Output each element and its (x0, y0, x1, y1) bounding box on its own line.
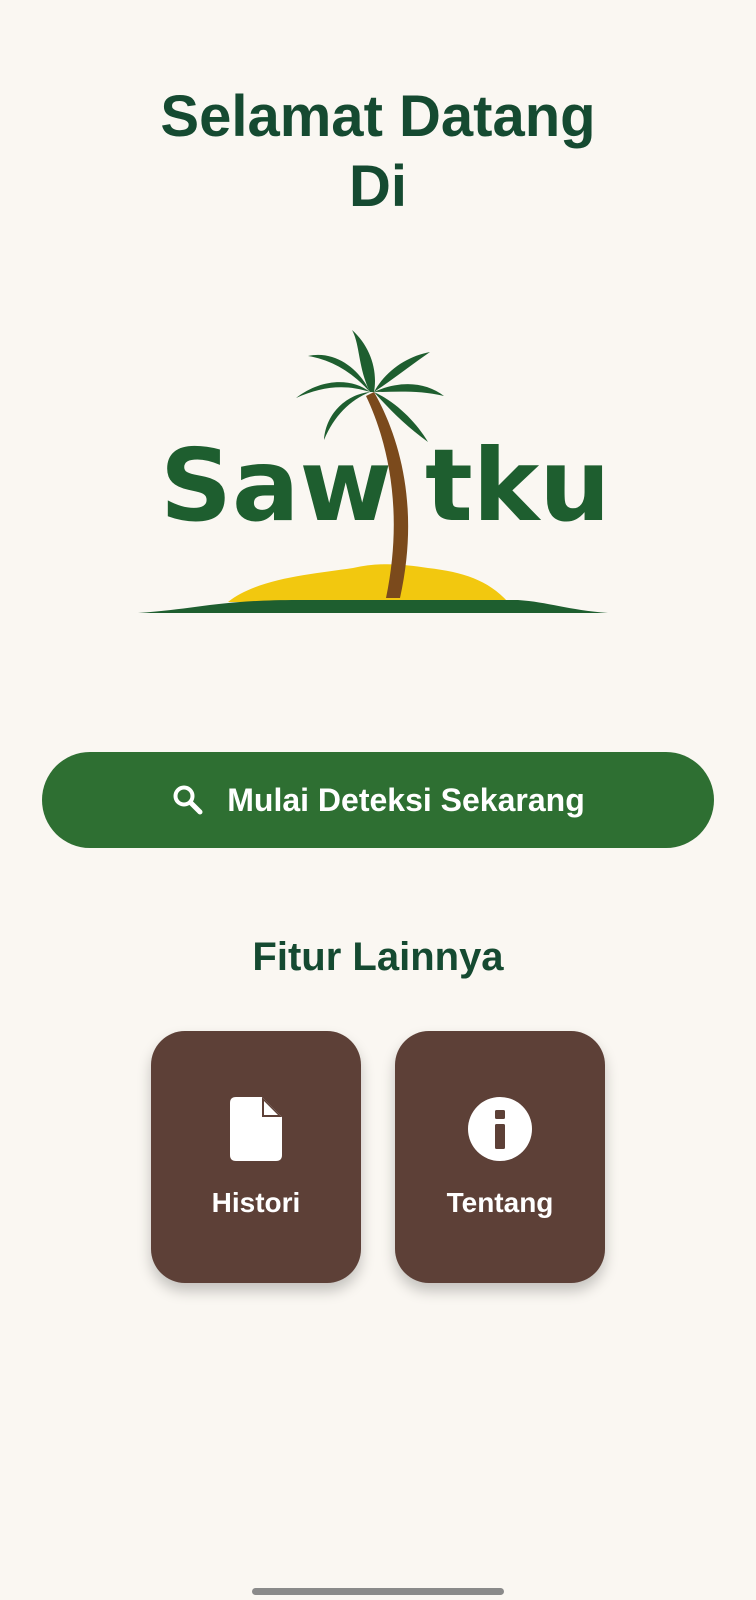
start-detection-label: Mulai Deteksi Sekarang (227, 781, 585, 818)
section-title-other-features: Fitur Lainnya (252, 935, 504, 979)
history-card-label: Histori (211, 1187, 301, 1218)
info-icon (395, 1095, 605, 1163)
start-detection-button[interactable]: Mulai Deteksi Sekarang (42, 752, 714, 848)
search-icon (171, 783, 205, 817)
logo-ground (138, 600, 608, 613)
home-indicator[interactable] (252, 1588, 504, 1595)
welcome-title-line2: Di (349, 154, 407, 219)
logo-sand (228, 564, 508, 602)
welcome-title-line1: Selamat Datang (160, 84, 596, 149)
logo-wordmark-right: tku (425, 427, 611, 544)
history-card-button[interactable]: Histori (151, 1031, 361, 1283)
about-card-label: Tentang (446, 1187, 554, 1218)
logo-palm-fronds (296, 330, 444, 442)
about-card-button[interactable]: Tentang (395, 1031, 605, 1283)
document-icon (151, 1095, 361, 1163)
welcome-title: Selamat Datang Di (0, 82, 756, 222)
logo-wordmark-left: Saw (160, 427, 392, 544)
sawitku-logo: Saw tku (138, 330, 611, 613)
